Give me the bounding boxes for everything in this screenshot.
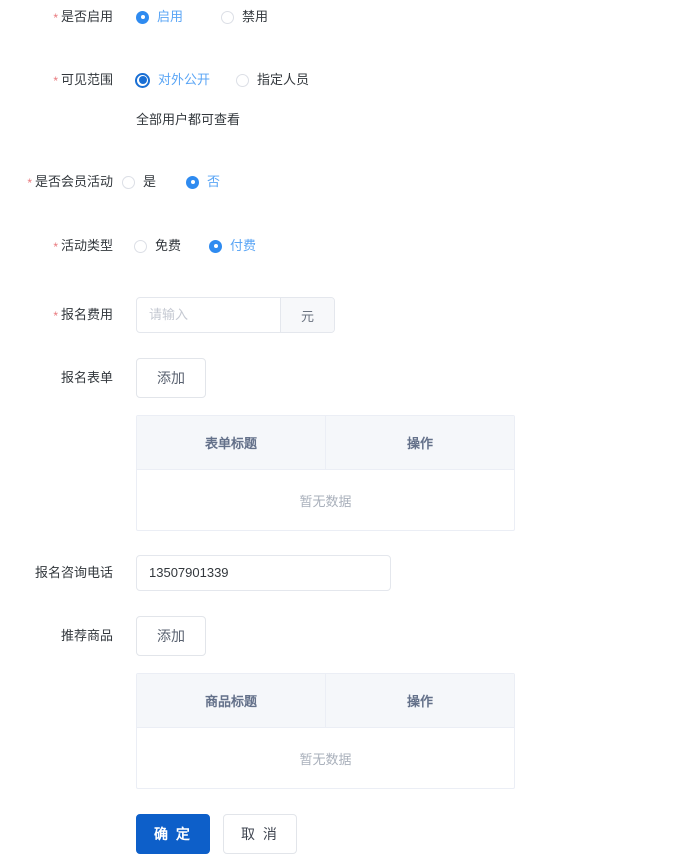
radio-dot-icon [221, 10, 235, 24]
radio-visibility-specified[interactable]: 指定人员 [236, 71, 309, 89]
field-phone: 13507901339 [136, 555, 679, 591]
label-text: 是否会员活动 [34, 174, 113, 189]
activity-form: * 是否启用 启用 禁用 * 可见范围 对外公开 指定人员 全部用户都可查看 *… [0, 0, 679, 854]
field-signup-form: 添加 [136, 358, 679, 398]
form-row-enabled: * 是否启用 启用 禁用 [0, 8, 679, 27]
form-row-recommend-goods: 推荐商品 添加 [0, 616, 679, 656]
label-enabled: * 是否启用 [0, 8, 113, 27]
required-asterisk: * [53, 309, 58, 323]
column-header-actions: 操作 [406, 436, 433, 451]
radio-label: 指定人员 [257, 72, 310, 87]
fee-input-wrapper[interactable]: 请输入 元 [136, 297, 335, 333]
field-visibility: 对外公开 指定人员 全部用户都可查看 [135, 71, 679, 129]
required-asterisk: * [53, 74, 58, 88]
form-row-activity-type: * 活动类型 免费 付费 [0, 237, 679, 256]
fee-unit-suffix: 元 [280, 298, 334, 332]
visibility-hint: 全部用户都可查看 [136, 112, 241, 127]
label-visibility: * 可见范围 [0, 71, 113, 90]
radio-visibility-public[interactable]: 对外公开 [135, 71, 210, 89]
required-asterisk: * [53, 240, 58, 254]
form-footer: 确 定 取 消 [136, 814, 679, 854]
label-signup-form: 报名表单 [0, 358, 113, 387]
label-member-activity: * 是否会员活动 [0, 173, 113, 192]
radio-group-activity-type: 免费 付费 [134, 237, 679, 255]
add-signup-form-button[interactable]: 添加 [136, 358, 206, 398]
label-text: 报名表单 [60, 370, 113, 385]
column-header-form-title: 表单标题 [137, 416, 326, 469]
form-row-member-activity: * 是否会员活动 是 否 [0, 173, 679, 192]
required-asterisk: * [27, 176, 32, 190]
field-recommend-goods: 添加 [136, 616, 679, 656]
recommend-goods-table: 商品标题 操作 暂无数据 [136, 673, 515, 789]
radio-enabled-no[interactable]: 禁用 [221, 8, 268, 26]
radio-enabled-yes[interactable]: 启用 [136, 8, 183, 26]
radio-label: 是 [143, 174, 157, 189]
radio-group-member-activity: 是 否 [122, 173, 679, 191]
radio-label: 免费 [155, 238, 182, 253]
radio-label: 对外公开 [158, 72, 211, 87]
radio-label: 启用 [157, 9, 184, 24]
label-activity-type: * 活动类型 [0, 237, 113, 256]
form-row-phone: 报名咨询电话 13507901339 [0, 555, 679, 591]
radio-member-yes[interactable]: 是 [122, 173, 156, 191]
label-text: 报名咨询电话 [34, 565, 113, 580]
radio-label: 禁用 [242, 9, 269, 24]
radio-group-visibility: 对外公开 指定人员 [135, 71, 679, 89]
radio-group-enabled: 启用 禁用 [136, 8, 679, 26]
label-text: 活动类型 [60, 238, 113, 253]
confirm-button[interactable]: 确 定 [136, 814, 210, 854]
table-empty-text: 暂无数据 [299, 751, 352, 767]
field-fee: 请输入 元 [136, 297, 679, 333]
phone-input-wrapper[interactable]: 13507901339 [136, 555, 391, 591]
label-text: 是否启用 [60, 9, 113, 24]
fee-input[interactable]: 请输入 [137, 298, 280, 332]
form-row-fee: * 报名费用 请输入 元 [0, 297, 679, 333]
field-enabled: 启用 禁用 [136, 8, 679, 26]
label-phone: 报名咨询电话 [0, 555, 113, 582]
label-recommend-goods: 推荐商品 [0, 616, 113, 645]
signup-form-table: 表单标题 操作 暂无数据 [136, 415, 515, 531]
column-header-actions: 操作 [406, 694, 433, 709]
form-row-signup-form: 报名表单 添加 [0, 358, 679, 398]
radio-type-paid[interactable]: 付费 [209, 237, 256, 255]
label-text: 推荐商品 [60, 628, 113, 643]
label-text: 报名费用 [60, 307, 113, 322]
label-fee: * 报名费用 [0, 297, 113, 325]
radio-dot-icon [236, 73, 250, 87]
radio-dot-icon [186, 175, 200, 189]
field-activity-type: 免费 付费 [134, 237, 679, 255]
radio-member-no[interactable]: 否 [186, 173, 220, 191]
table-header-row: 表单标题 操作 [137, 416, 514, 470]
radio-dot-icon [122, 175, 135, 189]
radio-type-free[interactable]: 免费 [134, 237, 181, 255]
cancel-button[interactable]: 取 消 [223, 814, 297, 854]
field-member-activity: 是 否 [122, 173, 679, 191]
radio-label: 否 [207, 174, 221, 189]
column-header-goods-title: 商品标题 [137, 674, 326, 727]
form-row-visibility: * 可见范围 对外公开 指定人员 全部用户都可查看 [0, 71, 679, 129]
radio-dot-icon [209, 239, 223, 253]
radio-dot-icon [136, 10, 149, 24]
table-empty-text: 暂无数据 [299, 493, 352, 509]
add-recommend-goods-button[interactable]: 添加 [136, 616, 206, 656]
phone-input[interactable]: 13507901339 [137, 556, 390, 590]
radio-label: 付费 [230, 238, 257, 253]
radio-dot-icon [135, 72, 150, 88]
radio-dot-icon [134, 239, 147, 253]
label-text: 可见范围 [60, 72, 113, 87]
required-asterisk: * [53, 11, 58, 25]
table-header-row: 商品标题 操作 [137, 674, 514, 728]
